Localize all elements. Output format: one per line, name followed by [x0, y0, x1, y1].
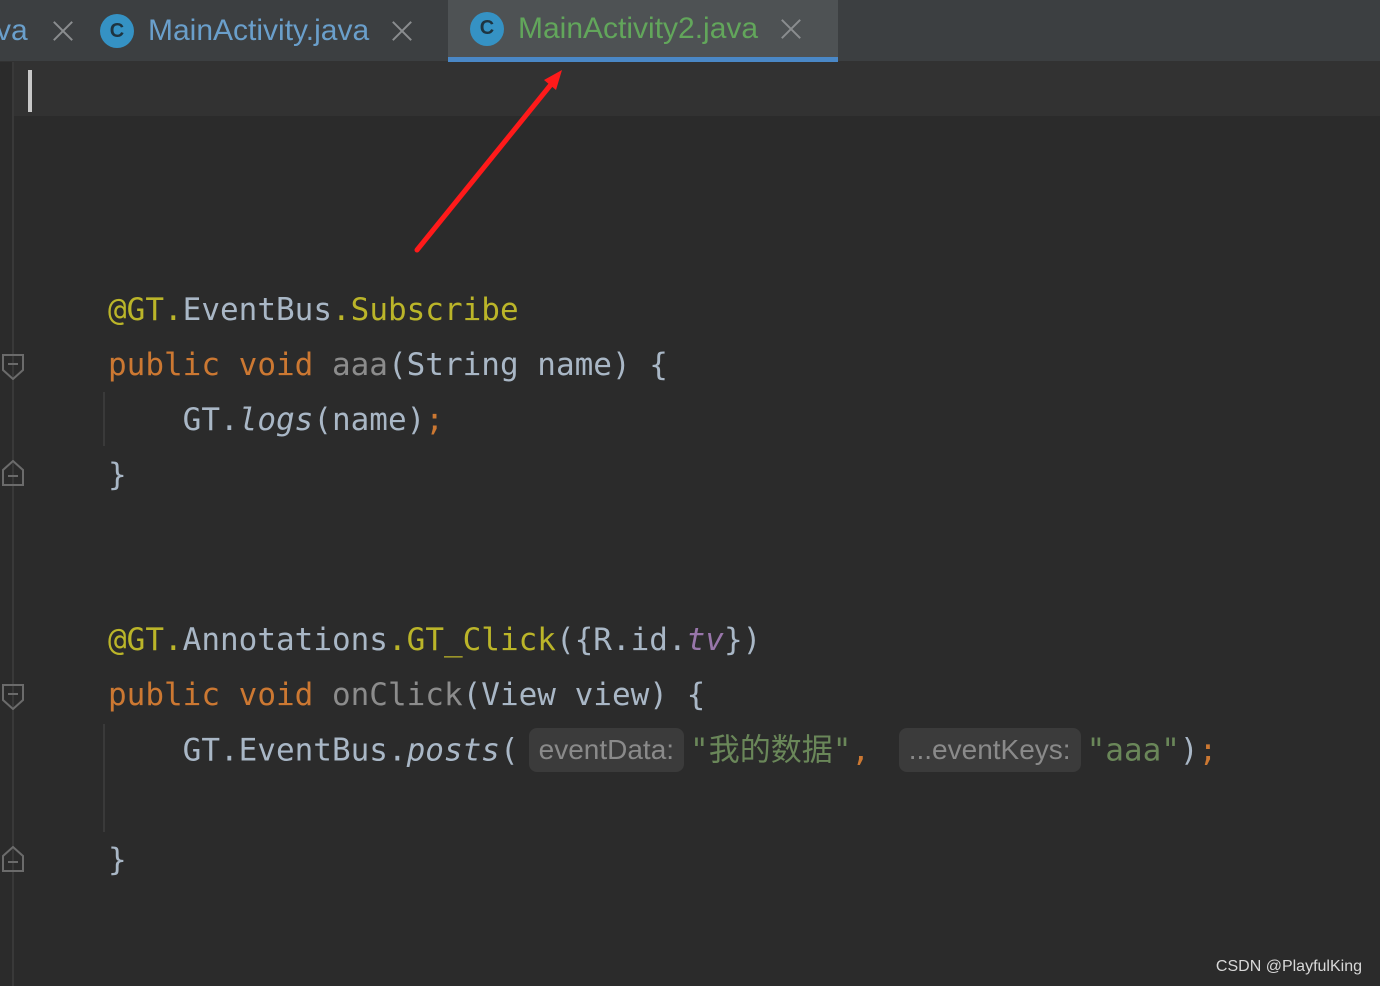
token-keyword: void — [238, 347, 314, 383]
fold-close-icon[interactable] — [2, 846, 24, 872]
tab-label: MainActivity2.java — [518, 11, 759, 45]
token-semicolon: ; — [425, 402, 444, 438]
tab-label: va — [0, 14, 28, 47]
token-string: "我的数据" — [690, 732, 852, 769]
token-object: GT.EventBus. — [182, 732, 407, 769]
fold-close-icon[interactable] — [2, 460, 24, 486]
token-object: GT. — [182, 402, 239, 438]
code-line[interactable]: } — [108, 840, 127, 880]
indent-guide — [103, 724, 105, 832]
code-line[interactable]: @GT.EventBus.Subscribe — [108, 290, 519, 330]
token-dot: . — [164, 622, 183, 658]
token-semicolon: ; — [1198, 732, 1218, 769]
text-caret — [28, 70, 32, 112]
token-paren: ) — [1179, 732, 1199, 769]
token-params: (View view) { — [462, 677, 706, 713]
token-class: Annotations — [182, 622, 388, 658]
code-line[interactable]: public void onClick(View view) { — [108, 675, 705, 715]
token-comma: , — [851, 732, 871, 769]
token-paren: ( — [499, 732, 519, 769]
code-editor[interactable]: @GT.EventBus.Subscribe public void aaa(S… — [0, 62, 1380, 986]
close-icon[interactable] — [52, 20, 74, 42]
editor-tab-bar: va C MainActivity.java C MainActivity2.j… — [0, 0, 1380, 62]
token-keyword: public — [108, 347, 220, 383]
current-line-highlight — [14, 62, 1380, 116]
token-class: EventBus — [182, 292, 332, 328]
tab-label: MainActivity.java — [148, 14, 370, 47]
token-static-call: logs — [238, 402, 314, 438]
token-keyword: void — [238, 677, 314, 713]
token-dot: . — [164, 292, 183, 328]
token-field: tv — [686, 622, 724, 658]
token-args: ({R.id. — [555, 622, 687, 658]
close-icon[interactable] — [780, 18, 802, 40]
code-line[interactable]: GT.EventBus.posts(eventData: "我的数据", ...e… — [108, 728, 1218, 772]
token-annotation-name: GT_Click — [406, 622, 556, 658]
token-annotation: @GT — [108, 292, 164, 328]
token-static-call: posts — [406, 732, 500, 769]
code-line[interactable]: } — [108, 455, 127, 495]
tab-partial[interactable]: va — [0, 0, 90, 62]
code-line[interactable]: @GT.Annotations.GT_Click({R.id.tv}) — [108, 620, 761, 660]
token-annotation: @GT — [108, 622, 164, 658]
token-args: (name) — [313, 402, 426, 438]
java-class-icon: C — [100, 14, 134, 48]
tab-mainactivity2[interactable]: C MainActivity2.java — [448, 0, 838, 62]
token-brace: } — [108, 457, 127, 493]
ide-window: va C MainActivity.java C MainActivity2.j… — [0, 0, 1380, 986]
token-args: }) — [723, 622, 762, 658]
token-dot: . — [387, 622, 407, 658]
token-method: aaa — [331, 347, 388, 383]
token-keyword: public — [108, 677, 220, 713]
token-method: onClick — [331, 677, 463, 713]
parameter-hint: eventData: — [528, 728, 685, 772]
token-string: "aaa" — [1086, 732, 1180, 769]
parameter-hint: ...eventKeys: — [898, 728, 1081, 772]
close-icon[interactable] — [391, 20, 413, 42]
code-line[interactable]: public void aaa(String name) { — [108, 345, 668, 385]
fold-open-icon[interactable] — [2, 354, 24, 380]
token-params: (String name) { — [387, 347, 668, 383]
tab-mainactivity[interactable]: C MainActivity.java — [100, 0, 445, 62]
code-line[interactable]: GT.logs(name); — [108, 400, 444, 440]
watermark: CSDN @PlayfulKing — [1215, 958, 1362, 975]
java-class-icon: C — [470, 11, 504, 46]
indent-guide — [103, 392, 105, 446]
token-annotation-name: Subscribe — [350, 292, 519, 328]
token-brace: } — [108, 842, 127, 878]
fold-open-icon[interactable] — [2, 684, 24, 710]
token-dot: . — [331, 292, 351, 328]
